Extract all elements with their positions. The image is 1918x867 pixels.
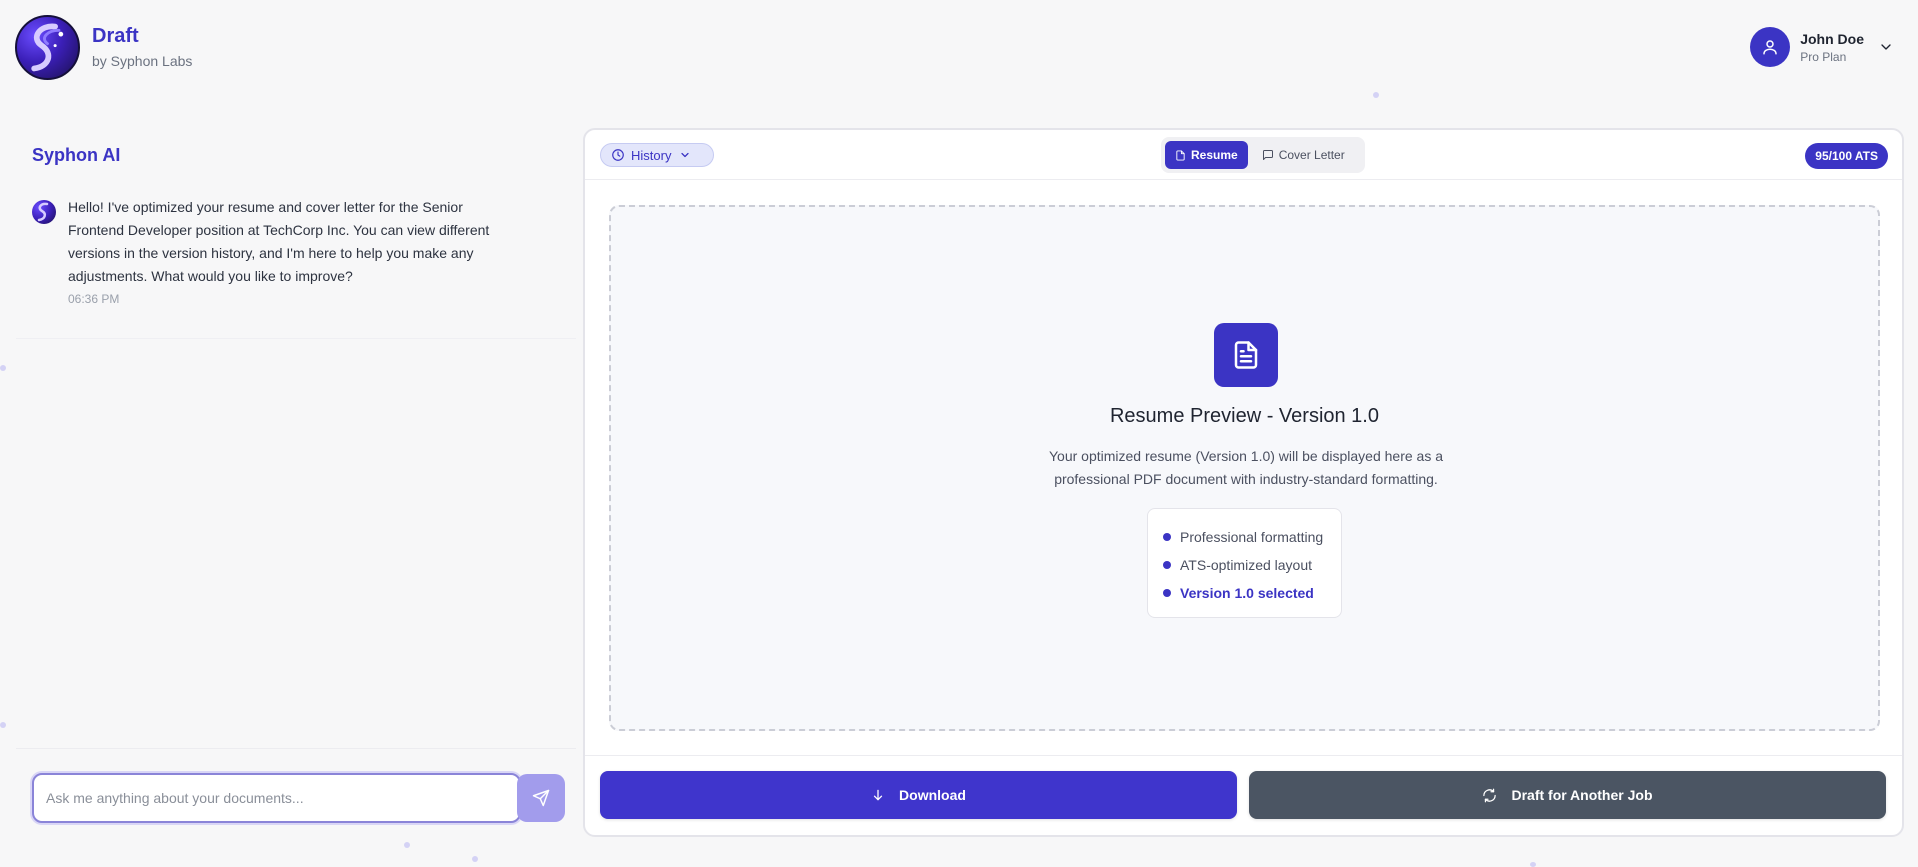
chat-panel: Syphon AI Hello! I've optimized your res…	[16, 128, 576, 838]
bullet-icon	[1163, 561, 1171, 569]
bullet-icon	[1163, 533, 1171, 541]
chevron-down-icon[interactable]	[1878, 39, 1894, 55]
decorative-dot	[404, 842, 410, 848]
send-icon	[532, 789, 550, 807]
ats-score-badge: 95/100 ATS	[1805, 143, 1888, 169]
document-panel: History Resume Cover Letter 95/100 ATS R…	[583, 128, 1904, 837]
history-label: History	[631, 147, 672, 163]
assistant-avatar	[32, 200, 56, 224]
file-text-icon	[1214, 323, 1278, 387]
app-header: Draft by Syphon Labs John Doe Pro Plan	[0, 0, 1918, 96]
assistant-message: Hello! I've optimized your resume and co…	[68, 199, 490, 284]
user-menu[interactable]: John Doe Pro Plan	[1750, 26, 1894, 68]
draft-another-job-button[interactable]: Draft for Another Job	[1249, 771, 1886, 819]
send-button[interactable]	[517, 774, 565, 822]
user-plan: Pro Plan	[1800, 49, 1847, 64]
clock-icon	[611, 148, 625, 162]
user-info: John Doe Pro Plan	[1800, 31, 1864, 64]
tab-cover-letter[interactable]: Cover Letter	[1252, 141, 1355, 169]
brand-title: Draft	[92, 25, 139, 47]
resume-preview-area: Resume Preview - Version 1.0 Your optimi…	[609, 205, 1880, 731]
feature-list: Professional formatting ATS-optimized la…	[1147, 508, 1342, 618]
preview-title: Resume Preview - Version 1.0	[1109, 405, 1379, 427]
chevron-down-icon	[679, 149, 691, 161]
draft-another-job-label: Draft for Another Job	[1511, 787, 1653, 803]
download-label: Download	[899, 787, 966, 803]
decorative-dot	[1530, 862, 1536, 867]
feature-label: Professional formatting	[1180, 529, 1324, 545]
tab-resume[interactable]: Resume	[1165, 141, 1248, 169]
document-icon	[1175, 149, 1186, 161]
chat-divider	[16, 338, 576, 339]
footer-divider	[585, 755, 1902, 756]
decorative-dot	[0, 722, 6, 728]
download-button[interactable]: Download	[600, 771, 1237, 819]
preview-description: Your optimized resume (Version 1.0) will…	[1048, 448, 1444, 487]
decorative-dot	[0, 365, 6, 371]
message-timestamp: 06:36 PM	[68, 292, 120, 306]
list-item: Version 1.0 selected	[1163, 579, 1341, 607]
decorative-dot	[472, 856, 478, 862]
tab-cover-letter-label: Cover Letter	[1278, 148, 1345, 162]
chat-input[interactable]	[32, 773, 521, 823]
list-item: Professional formatting	[1163, 523, 1341, 551]
history-dropdown[interactable]: History	[600, 143, 714, 167]
input-divider	[16, 748, 576, 749]
feature-label: ATS-optimized layout	[1180, 557, 1313, 573]
feature-label: Version 1.0 selected	[1180, 585, 1314, 601]
arrow-down-icon	[871, 788, 885, 802]
user-icon	[1750, 27, 1791, 67]
list-item: ATS-optimized layout	[1163, 551, 1341, 579]
syphon-logo[interactable]	[15, 15, 80, 80]
user-name: John Doe	[1800, 30, 1864, 47]
refresh-icon	[1482, 788, 1497, 803]
document-tabs: Resume Cover Letter	[1161, 137, 1365, 173]
bullet-icon	[1163, 589, 1171, 597]
message-square-icon	[1262, 149, 1274, 161]
tab-resume-label: Resume	[1191, 148, 1238, 162]
brand-subtitle: by Syphon Labs	[92, 53, 193, 69]
chat-title: Syphon AI	[32, 145, 121, 165]
document-toolbar: History Resume Cover Letter 95/100 ATS	[585, 130, 1902, 180]
